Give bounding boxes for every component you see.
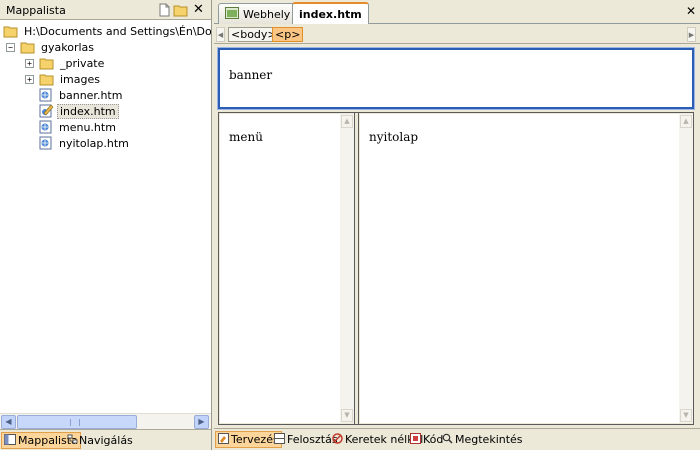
close-document-icon[interactable]: ✕ [686, 4, 696, 18]
tree-item-label: images [60, 72, 100, 86]
banner-frame[interactable]: banner [217, 47, 695, 110]
folder-open-icon [3, 24, 19, 38]
html-file-icon [38, 88, 54, 102]
tree-root-label: H:\Documents and Settings\Én\Dokumentu [24, 24, 211, 38]
new-page-icon[interactable] [156, 3, 172, 17]
html-file-icon [38, 120, 54, 134]
tree-item-private[interactable]: + _private [25, 55, 106, 71]
expand-icon[interactable]: + [25, 74, 34, 84]
tree-project[interactable]: − gyakorlas [6, 39, 96, 55]
tab-label: Webhely [243, 7, 291, 21]
close-pane-icon[interactable]: ✕ [193, 3, 209, 17]
scroll-down-icon[interactable]: ▼ [341, 409, 353, 422]
tab-label: index.htm [299, 7, 362, 21]
navigation-icon [67, 434, 78, 448]
no-frames-icon [332, 432, 345, 447]
design-view: banner menü ▲ ▼ nyitolap ▲ ▼ [214, 45, 700, 428]
design-view-icon [218, 432, 231, 447]
folder-icon [39, 56, 55, 70]
tree-item-label: banner.htm [59, 88, 123, 102]
menu-frame[interactable]: menü ▲ ▼ [220, 114, 354, 423]
scroll-up-icon[interactable]: ▲ [341, 115, 353, 128]
tree-item-index[interactable]: index.htm [38, 103, 119, 119]
tab-label: Navigálás [79, 434, 133, 447]
folder-list-title: Mappalista [6, 4, 66, 17]
scroll-up-icon[interactable]: ▲ [680, 115, 692, 128]
tab-index-htm[interactable]: index.htm [292, 2, 369, 24]
folder-list-header: Mappalista ✕ [0, 0, 211, 20]
tab-webhely[interactable]: Webhely [218, 3, 298, 24]
tree-item-nyitolap[interactable]: nyitolap.htm [38, 135, 131, 151]
editor-pane: Webhely index.htm ✕ ◀ <body> <p> ▶ banne… [214, 0, 700, 450]
html-file-icon [38, 136, 54, 150]
code-view-icon [410, 432, 423, 447]
new-folder-icon[interactable] [173, 3, 189, 17]
expand-icon[interactable]: + [25, 58, 34, 68]
tree-item-label: nyitolap.htm [59, 136, 129, 150]
tree-item-label: menu.htm [59, 120, 116, 134]
folder-list-pane: Mappalista ✕ H:\Documents and Settings\É… [0, 0, 212, 450]
scroll-down-icon[interactable]: ▼ [680, 409, 692, 422]
folder-list-icon [4, 433, 16, 448]
frame-splitter[interactable] [354, 113, 359, 424]
main-frame-scrollbar[interactable]: ▲ ▼ [679, 114, 693, 423]
tree-item-menu[interactable]: menu.htm [38, 119, 118, 135]
scroll-right-icon[interactable]: ▶ [194, 415, 209, 429]
website-icon [225, 6, 239, 22]
menu-frame-text[interactable]: menü [229, 130, 263, 144]
tree-root[interactable]: H:\Documents and Settings\Én\Dokumentu [3, 23, 211, 39]
scroll-left-icon[interactable]: ◀ [1, 415, 16, 429]
tree-item-banner[interactable]: banner.htm [38, 87, 124, 103]
html-file-edit-icon [38, 104, 54, 118]
tree-project-label: gyakorlas [41, 40, 94, 54]
frameset-bottom: menü ▲ ▼ nyitolap ▲ ▼ [218, 112, 694, 425]
document-tabs: Webhely index.htm ✕ [214, 0, 700, 24]
tag-scroll-left-icon[interactable]: ◀ [216, 27, 225, 42]
collapse-icon[interactable]: − [6, 42, 15, 52]
quick-tag-selector: ◀ <body> <p> ▶ [214, 25, 700, 44]
tab-navigation[interactable]: Navigálás [65, 432, 135, 449]
folder-tree: H:\Documents and Settings\Én\Dokumentu −… [0, 21, 211, 413]
left-pane-tabs: Mappalista Navigálás [0, 429, 211, 450]
split-view-icon [274, 432, 287, 447]
scrollbar-thumb[interactable] [17, 415, 137, 429]
tree-item-label: _private [60, 56, 105, 70]
main-frame[interactable]: nyitolap ▲ ▼ [360, 114, 693, 423]
tree-item-label: index.htm [57, 103, 119, 119]
banner-frame-text[interactable]: banner [229, 68, 272, 82]
folder-icon [39, 72, 55, 86]
tree-item-images[interactable]: + images [25, 71, 102, 87]
main-frame-text[interactable]: nyitolap [369, 130, 418, 144]
tab-preview[interactable]: Megtekintés [440, 431, 525, 448]
horizontal-scrollbar[interactable]: ◀ ▶ [0, 413, 211, 429]
view-mode-tabs: Tervezés Felosztás Keretek nélkül Kód Me… [214, 428, 700, 450]
folder-open-icon [20, 40, 36, 54]
preview-magnifier-icon [442, 433, 455, 447]
menu-frame-scrollbar[interactable]: ▲ ▼ [340, 114, 354, 423]
tag-scroll-right-icon[interactable]: ▶ [687, 27, 696, 42]
tag-p[interactable]: <p> [272, 27, 304, 42]
tab-label: Megtekintés [455, 433, 523, 446]
